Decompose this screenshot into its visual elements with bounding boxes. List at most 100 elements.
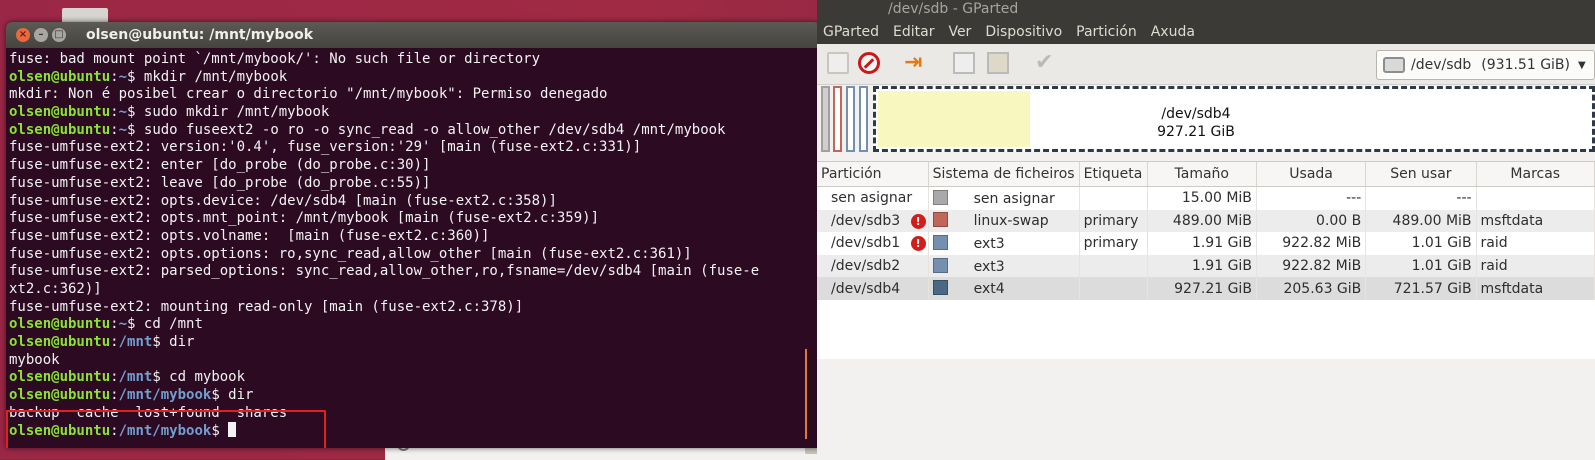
cell-filesystem: ext3 xyxy=(928,254,1080,278)
terminal-line: olsen@ubuntu:~$ mkdir /mnt/mybook xyxy=(9,68,288,85)
column-header-flags[interactable]: Marcas xyxy=(1476,162,1595,187)
table-row[interactable]: /dev/sdb3! linux-swap primary 489.00 MiB 0.0… xyxy=(817,209,1595,233)
close-icon[interactable]: × xyxy=(16,28,30,42)
cell-flags: raid xyxy=(1476,254,1595,278)
terminal-line: olsen@ubuntu:/mnt$ dir xyxy=(9,334,195,350)
menu-bar: GParted Editar Ver Dispositivo Partición Axud… xyxy=(817,20,1595,44)
table-row[interactable]: /dev/sdb1! ext3 primary 1.91 GiB 922.82 MiB 1… xyxy=(817,232,1595,255)
cell-unused: 489.00 MiB xyxy=(1365,209,1477,233)
map-segment-unallocated[interactable] xyxy=(821,86,830,152)
menu-item-editar[interactable]: Editar xyxy=(893,20,934,44)
warning-icon[interactable]: ! xyxy=(910,236,926,252)
minimize-icon[interactable]: – xyxy=(34,28,48,42)
command-text: sudo mkdir /mnt/mybook xyxy=(135,104,330,121)
cell-partition: /dev/sdb4 xyxy=(817,277,929,300)
map-segment-sdb3[interactable] xyxy=(833,86,842,152)
filesystem-color-swatch xyxy=(932,212,948,228)
cell-unused: 721.57 GiB xyxy=(1365,277,1477,300)
cell-size: 1.91 GiB xyxy=(1147,254,1257,278)
paste-icon[interactable] xyxy=(987,52,1009,74)
terminal-line: olsen@ubuntu:/mnt$ cd mybook xyxy=(9,369,246,386)
column-header-size[interactable]: Tamaño xyxy=(1147,162,1257,187)
terminal-line: fuse-umfuse-ext2: opts.volname: [main (f… xyxy=(9,227,490,244)
partition-name: sen asignar xyxy=(831,190,913,207)
device-selector[interactable]: /dev/sdb (931.51 GiB) ▼ xyxy=(1376,50,1595,80)
apply-icon[interactable]: ✔ xyxy=(1035,52,1057,74)
menu-item-partición[interactable]: Partición xyxy=(1076,20,1137,44)
map-segment-label: /dev/sdb4 927.21 GiB xyxy=(876,105,1516,141)
column-header-label[interactable]: Etiqueta xyxy=(1079,162,1148,187)
filesystem-color-swatch xyxy=(932,234,948,250)
column-header-unused[interactable]: Sen usar xyxy=(1365,162,1477,187)
window-title: olsen@ubuntu: /mnt/mybook xyxy=(86,27,314,43)
maximize-icon[interactable]: □ xyxy=(52,28,66,42)
cell-partition: /dev/sdb2 xyxy=(817,254,929,278)
prompt-path: ~ xyxy=(118,68,128,85)
command-text: mkdir /mnt/mybook xyxy=(135,68,288,85)
terminal-line: olsen@ubuntu:~$ cd /mnt xyxy=(9,316,203,333)
filesystem-name: ext3 xyxy=(973,235,1005,252)
toolbar: ⇥ ✔ /dev/sdb (931.51 GiB) ▼ xyxy=(817,44,1595,85)
cell-label xyxy=(1079,254,1148,278)
filesystem-name: ext3 xyxy=(973,258,1005,275)
menu-item-dispositivo[interactable]: Dispositivo xyxy=(985,20,1062,44)
terminal-line: fuse: bad mount point `/mnt/mybook/': No… xyxy=(9,51,541,67)
new-partition-icon[interactable] xyxy=(827,52,849,74)
command-text: cd mybook xyxy=(160,369,246,386)
terminal-line: mkdir: Non é posibel crear o directorio … xyxy=(9,86,608,103)
filesystem-name: ext4 xyxy=(973,281,1005,298)
terminal-line: olsen@ubuntu:/mnt/mybook$ dir xyxy=(9,387,254,404)
terminal-line: fuse-umfuse-ext2: leave [do_probe (do_pr… xyxy=(9,174,431,191)
table-row[interactable]: /dev/sdb2 ext3 1.91 GiB 922.82 MiB 1.01 GiB r… xyxy=(817,254,1595,278)
warning-icon[interactable]: ! xyxy=(910,213,926,229)
cell-label: primary xyxy=(1079,209,1148,233)
cell-flags: raid xyxy=(1476,232,1595,255)
terminal-scrollbar[interactable] xyxy=(805,349,807,439)
column-header-filesystem[interactable]: Sistema de ficheiros xyxy=(928,162,1080,187)
command-text: sudo fuseext2 -o ro -o sync_read -o allo… xyxy=(135,121,726,138)
column-header-partition[interactable]: Partición xyxy=(817,162,929,187)
copy-icon[interactable] xyxy=(953,52,975,74)
cell-unused: 1.01 GiB xyxy=(1365,254,1477,278)
menu-item-gparted[interactable]: GParted xyxy=(823,20,879,44)
cell-unused: --- xyxy=(1365,186,1477,210)
map-segment-sdb1[interactable] xyxy=(846,86,855,152)
table-row[interactable]: /dev/sdb4 ext4 927.21 GiB 205.63 GiB 721.57 … xyxy=(817,277,1595,300)
cell-size: 927.21 GiB xyxy=(1147,277,1257,300)
prompt-char: $ xyxy=(152,369,161,386)
prompt-user: olsen@ubuntu xyxy=(9,369,111,386)
prompt-path: ~ xyxy=(118,316,128,333)
cell-filesystem: sen asignar xyxy=(928,186,1080,210)
command-text: cd /mnt xyxy=(135,316,203,333)
terminal-output[interactable]: fuse: bad mount point `/mnt/mybook/': No… xyxy=(6,48,820,440)
map-segment-sdb4[interactable]: /dev/sdb4 927.21 GiB xyxy=(873,86,1595,152)
partition-table: Partición Sistema de ficheiros Etiqueta … xyxy=(817,161,1595,360)
terminal-line: olsen@ubuntu:~$ sudo mkdir /mnt/mybook xyxy=(9,104,330,121)
menu-item-axuda[interactable]: Axuda xyxy=(1151,20,1195,44)
highlight-box xyxy=(6,410,326,448)
menu-item-ver[interactable]: Ver xyxy=(948,20,971,44)
map-segment-sdb2[interactable] xyxy=(859,86,868,152)
table-row[interactable]: sen asignar sen asignar 15.00 MiB --- --- xyxy=(817,186,1595,210)
filesystem-name: sen asignar xyxy=(973,190,1055,207)
delete-icon[interactable] xyxy=(858,52,880,74)
resize-move-icon[interactable]: ⇥ xyxy=(904,52,926,74)
terminal-line: olsen@ubuntu:~$ sudo fuseext2 -o ro -o s… xyxy=(9,121,726,138)
cell-label xyxy=(1079,186,1148,210)
terminal-titlebar[interactable]: × – □ olsen@ubuntu: /mnt/mybook xyxy=(6,22,820,48)
cell-used: --- xyxy=(1256,186,1367,210)
column-header-used[interactable]: Usada xyxy=(1256,162,1367,187)
cell-used: 0.00 B xyxy=(1256,209,1367,233)
gparted-window: /dev/sdb - GParted GParted Editar Ver Dispo… xyxy=(817,0,1595,459)
prompt-user: olsen@ubuntu xyxy=(9,104,111,121)
prompt-path: ~ xyxy=(118,121,128,138)
cell-filesystem: linux-swap xyxy=(928,209,1080,233)
partition-name: /dev/sdb1 xyxy=(831,235,901,252)
window-title: /dev/sdb - GParted xyxy=(817,0,1595,20)
empty-area xyxy=(817,359,1595,459)
cell-used: 922.82 MiB xyxy=(1256,254,1367,278)
prompt-user: olsen@ubuntu xyxy=(9,68,111,85)
terminal-line: mybook xyxy=(9,351,60,368)
filesystem-name: linux-swap xyxy=(973,213,1049,230)
terminal-line: fuse-umfuse-ext2: opts.options: ro,sync_… xyxy=(9,245,692,262)
